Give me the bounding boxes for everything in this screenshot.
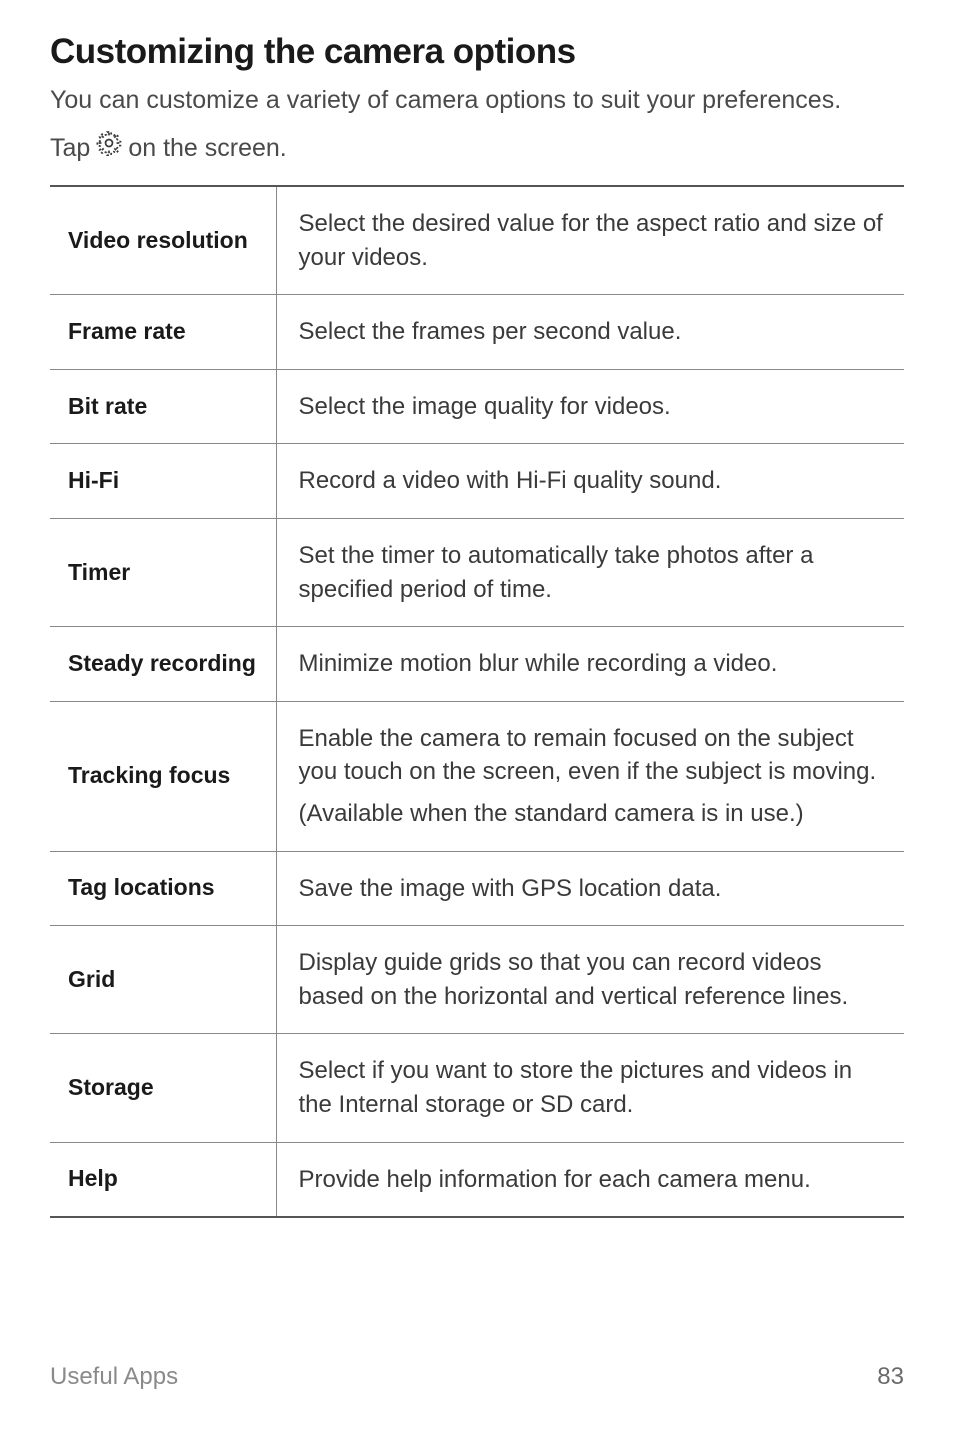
table-row: Tag locations Save the image with GPS lo… <box>50 851 904 926</box>
desc-text: Enable the camera to remain focused on t… <box>299 722 885 789</box>
option-desc: Set the timer to automatically take phot… <box>276 518 904 626</box>
option-desc: Select if you want to store the pictures… <box>276 1034 904 1142</box>
tap-suffix: on the screen. <box>128 130 286 168</box>
option-desc: Record a video with Hi-Fi quality sound. <box>276 444 904 519</box>
option-desc: Provide help information for each camera… <box>276 1142 904 1217</box>
option-desc: Select the image quality for videos. <box>276 369 904 444</box>
desc-text: Provide help information for each camera… <box>299 1163 885 1197</box>
desc-text: Select if you want to store the pictures… <box>299 1054 885 1121</box>
option-name: Hi-Fi <box>50 444 276 519</box>
option-name: Steady recording <box>50 627 276 702</box>
option-desc: Save the image with GPS location data. <box>276 851 904 926</box>
footer-page-number: 83 <box>877 1363 904 1391</box>
table-row: Hi-Fi Record a video with Hi-Fi quality … <box>50 444 904 519</box>
desc-text: Save the image with GPS location data. <box>299 872 885 906</box>
tap-prefix: Tap <box>50 130 90 168</box>
footer-section-label: Useful Apps <box>50 1363 178 1391</box>
desc-text: Display guide grids so that you can reco… <box>299 946 885 1013</box>
option-name: Grid <box>50 926 276 1034</box>
option-desc: Select the frames per second value. <box>276 295 904 370</box>
table-row: Storage Select if you want to store the … <box>50 1034 904 1142</box>
desc-text: (Available when the standard camera is i… <box>299 797 885 831</box>
intro-text: You can customize a variety of camera op… <box>50 82 904 120</box>
desc-text: Set the timer to automatically take phot… <box>299 539 885 606</box>
page-footer: Useful Apps 83 <box>50 1363 904 1391</box>
table-row: Tracking focus Enable the camera to rema… <box>50 701 904 851</box>
desc-text: Record a video with Hi-Fi quality sound. <box>299 464 885 498</box>
camera-options-table: Video resolution Select the desired valu… <box>50 185 904 1218</box>
option-name: Storage <box>50 1034 276 1142</box>
table-row: Video resolution Select the desired valu… <box>50 186 904 295</box>
option-name: Bit rate <box>50 369 276 444</box>
table-row: Frame rate Select the frames per second … <box>50 295 904 370</box>
option-name: Timer <box>50 518 276 626</box>
table-row: Grid Display guide grids so that you can… <box>50 926 904 1034</box>
option-name: Frame rate <box>50 295 276 370</box>
option-name: Help <box>50 1142 276 1217</box>
option-name: Video resolution <box>50 186 276 295</box>
table-row: Help Provide help information for each c… <box>50 1142 904 1217</box>
table-body: Video resolution Select the desired valu… <box>50 186 904 1217</box>
table-row: Steady recording Minimize motion blur wh… <box>50 627 904 702</box>
tap-instruction: Tap on the screen. <box>50 130 904 168</box>
option-desc: Select the desired value for the aspect … <box>276 186 904 295</box>
option-desc: Minimize motion blur while recording a v… <box>276 627 904 702</box>
desc-text: Select the frames per second value. <box>299 315 885 349</box>
page-heading: Customizing the camera options <box>50 32 904 72</box>
desc-text: Select the desired value for the aspect … <box>299 207 885 274</box>
option-desc: Display guide grids so that you can reco… <box>276 926 904 1034</box>
option-name: Tag locations <box>50 851 276 926</box>
settings-gear-icon <box>96 130 122 168</box>
desc-text: Minimize motion blur while recording a v… <box>299 647 885 681</box>
desc-text: Select the image quality for videos. <box>299 390 885 424</box>
table-row: Timer Set the timer to automatically tak… <box>50 518 904 626</box>
option-desc: Enable the camera to remain focused on t… <box>276 701 904 851</box>
table-row: Bit rate Select the image quality for vi… <box>50 369 904 444</box>
option-name: Tracking focus <box>50 701 276 851</box>
